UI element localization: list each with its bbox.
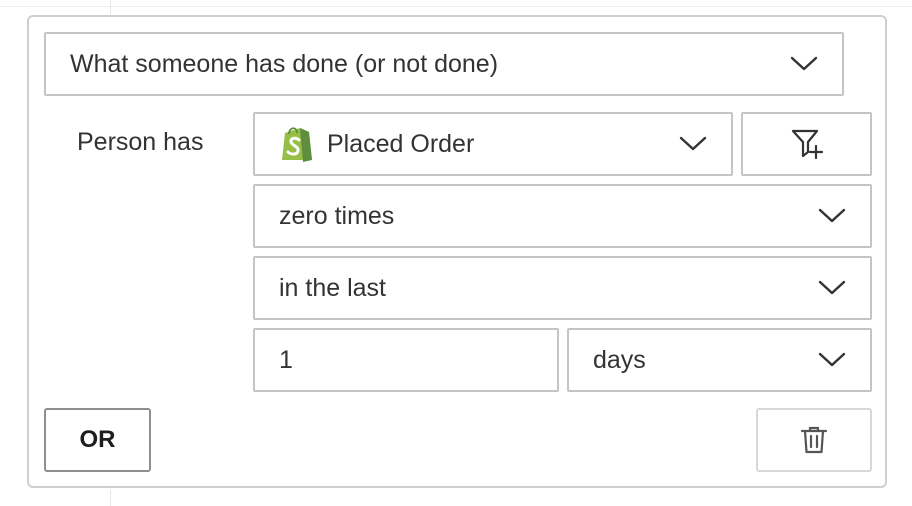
metric-value: Placed Order (327, 129, 475, 158)
timeframe-unit-select[interactable]: days (567, 328, 872, 392)
metric-select[interactable]: Placed Order (253, 112, 733, 176)
connector-line (110, 0, 111, 14)
timeframe-unit-value: days (593, 345, 646, 374)
person-has-label: Person has (77, 128, 204, 156)
chevron-down-icon (818, 280, 846, 295)
condition-type-value: What someone has done (or not done) (70, 49, 499, 78)
condition-type-select[interactable]: What someone has done (or not done) (44, 32, 844, 96)
frequency-select[interactable]: zero times (253, 184, 872, 248)
or-button[interactable]: OR (44, 408, 151, 472)
shopify-icon (282, 127, 312, 162)
connector-line (110, 490, 111, 506)
delete-condition-button[interactable] (756, 408, 872, 472)
chevron-down-icon (818, 208, 846, 223)
guide-line (0, 6, 912, 7)
trash-icon (800, 426, 828, 454)
add-filter-icon (791, 129, 823, 160)
chevron-down-icon (818, 352, 846, 367)
add-filter-button[interactable] (741, 112, 872, 176)
timeframe-value-input[interactable] (253, 328, 559, 392)
chevron-down-icon (790, 56, 818, 71)
chevron-down-icon (679, 136, 707, 151)
timeframe-value: in the last (279, 273, 387, 302)
frequency-value: zero times (279, 201, 395, 230)
timeframe-select[interactable]: in the last (253, 256, 872, 320)
